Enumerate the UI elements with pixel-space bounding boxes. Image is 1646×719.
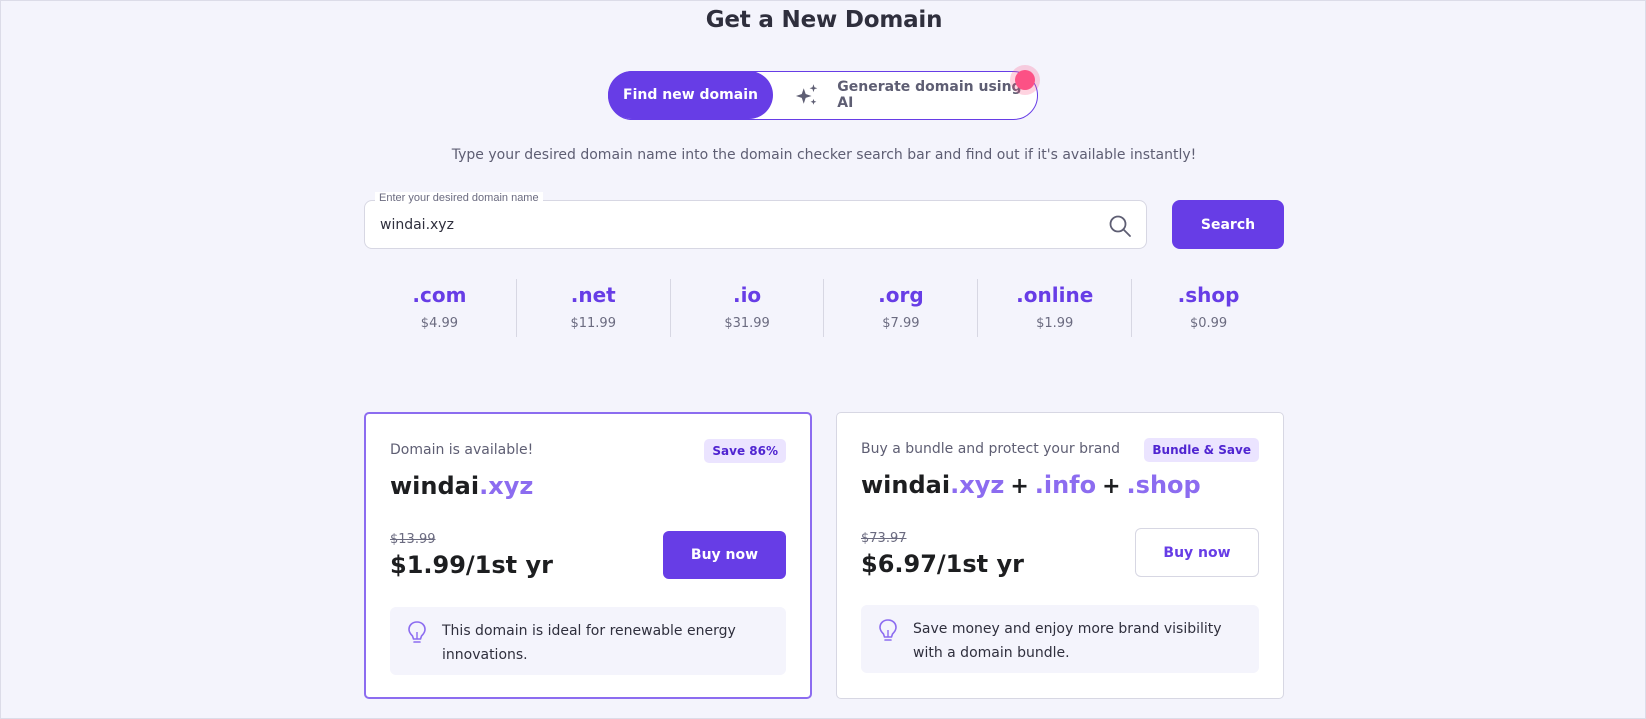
search-field-label: Enter your desired domain name: [375, 192, 543, 204]
tld-price: $7.99: [882, 316, 920, 331]
bundle-card: Buy a bundle and protect your brand Bund…: [836, 412, 1284, 699]
tld-item[interactable]: .net $11.99: [517, 279, 671, 337]
bundle-old-price: $73.97: [861, 531, 907, 546]
bundle-tld: .shop: [1126, 471, 1201, 499]
domain-name: windai: [861, 471, 951, 499]
tld-price: $4.99: [420, 316, 459, 331]
bundle-status: Buy a bundle and protect your brand: [861, 441, 1121, 457]
tld-name: .com: [412, 283, 467, 307]
available-domain-card: Domain is available! Save 86% windai.xyz…: [364, 412, 812, 699]
tip-text: Save money and enjoy more brand visibili…: [913, 621, 1222, 661]
new-price: $1.99/1st yr: [390, 551, 553, 579]
lightbulb-icon: [408, 621, 426, 643]
availability-status: Domain is available!: [390, 442, 534, 458]
tld-name: .shop: [1177, 283, 1240, 307]
buy-bundle-button[interactable]: Buy now: [1135, 528, 1259, 577]
tld-name: .net: [570, 283, 616, 307]
domain-tld: .xyz: [479, 472, 534, 500]
tld-name: .online: [1016, 283, 1094, 307]
old-price: $13.99: [390, 532, 436, 547]
tld-price: $1.99: [1036, 316, 1074, 331]
tld-name: .io: [732, 283, 762, 307]
generate-domain-ai-tab[interactable]: Generate domain using AI: [794, 72, 1037, 118]
domain-tip: This domain is ideal for renewable energ…: [390, 607, 786, 675]
tld-price: $31.99: [724, 316, 770, 331]
domain-search-field: Enter your desired domain name: [364, 192, 1147, 249]
tld-item[interactable]: .com $4.99: [363, 279, 517, 337]
search-button[interactable]: Search: [1172, 200, 1284, 249]
page-subtitle: Type your desired domain name into the d…: [451, 147, 1197, 163]
save-badge: Save 86%: [704, 439, 786, 463]
bundle-tld: .xyz: [950, 471, 1005, 499]
domain-result: windai.xyz: [390, 472, 533, 500]
buy-now-button[interactable]: Buy now: [663, 531, 786, 579]
plus-sign: +: [1010, 474, 1029, 499]
notification-dot: [1015, 70, 1035, 90]
tld-price: $0.99: [1189, 316, 1228, 331]
tld-item[interactable]: .io $31.99: [671, 279, 825, 337]
bundle-tld: .info: [1034, 471, 1097, 499]
tld-price: $11.99: [570, 316, 616, 331]
tip-text: This domain is ideal for renewable energ…: [442, 623, 736, 663]
generate-domain-ai-label: Generate domain using AI: [837, 79, 1022, 111]
tld-item[interactable]: .online $1.99: [978, 279, 1133, 337]
bundle-badge: Bundle & Save: [1144, 438, 1259, 462]
bundle-domains: windai.xyz + .info + .shop: [861, 471, 1201, 499]
bundle-new-price: $6.97/1st yr: [861, 550, 1024, 578]
page-title: Get a New Domain: [705, 7, 943, 33]
tld-price-list: .com $4.99 .net $11.99 .io $31.99 .org $…: [363, 279, 1285, 337]
search-icon[interactable]: [1108, 214, 1132, 238]
tld-name: .org: [878, 283, 924, 307]
sparkle-icon: [795, 84, 818, 105]
tld-item[interactable]: .shop $0.99: [1132, 279, 1285, 337]
tld-item[interactable]: .org $7.99: [824, 279, 979, 337]
plus-sign: +: [1102, 474, 1121, 499]
domain-search-input[interactable]: [380, 214, 1080, 236]
domain-mode-toggle: Find new domain Generate domain using AI: [608, 70, 1038, 120]
lightbulb-icon: [879, 619, 897, 641]
find-new-domain-tab[interactable]: Find new domain: [608, 71, 773, 119]
bundle-tip: Save money and enjoy more brand visibili…: [861, 605, 1259, 673]
domain-name: windai: [390, 472, 480, 500]
